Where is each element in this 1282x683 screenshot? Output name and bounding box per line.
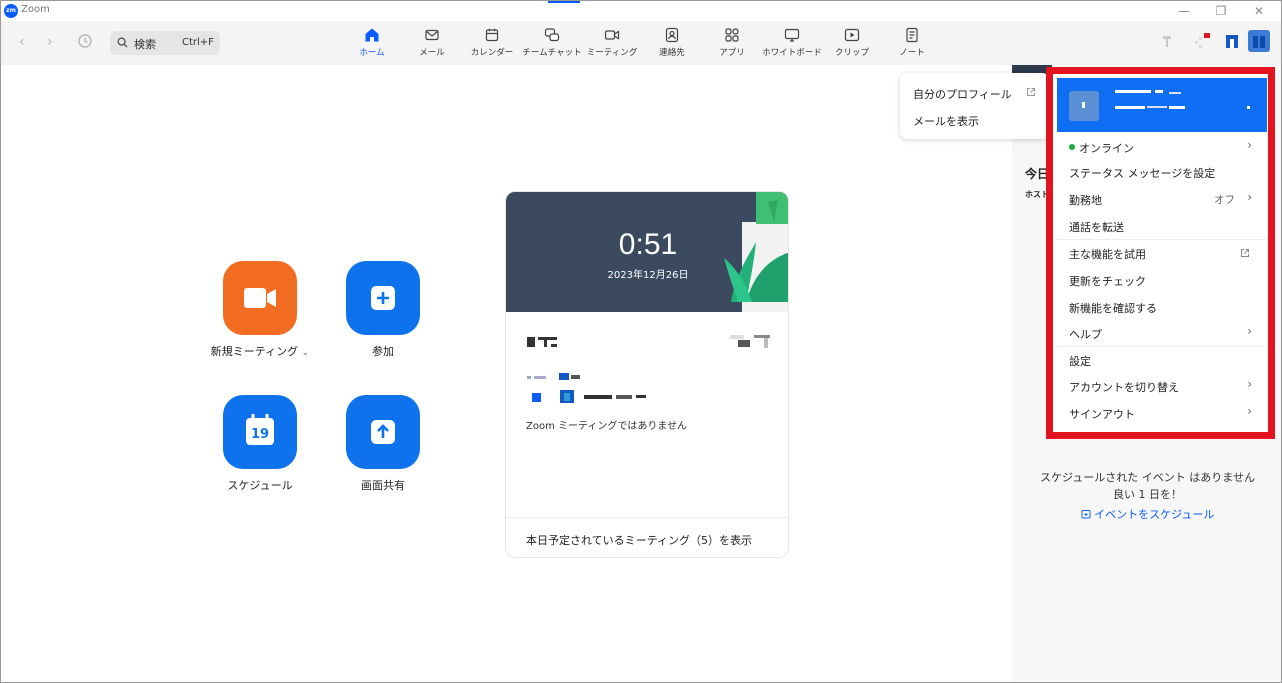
profile-menu-header[interactable] [1057, 78, 1267, 132]
my-profile-link[interactable]: 自分のプロフィール [913, 86, 1012, 102]
menu-try-features[interactable]: 主な機能を試用 [1069, 246, 1146, 262]
chevron-right-icon: › [1247, 404, 1252, 418]
plus-icon [371, 286, 395, 310]
chevron-right-icon: › [1247, 377, 1252, 391]
apps-icon [725, 28, 739, 42]
menu-sign-out[interactable]: サインアウト [1069, 406, 1135, 422]
view-todays-meetings-link[interactable]: 本日予定されているミーティング（5）を表示 [506, 517, 788, 557]
back-arrow-icon[interactable]: ‹ [19, 34, 25, 50]
share-screen-label: 画面共有 [361, 479, 405, 492]
no-events-line1: スケジュールされた イベント はありません [1040, 471, 1255, 484]
search-shortcut: Ctrl+F [182, 37, 214, 48]
clips-icon [844, 28, 860, 42]
new-meeting-button[interactable]: 新規ミーティング ⌄ [190, 261, 330, 359]
upcoming-meeting-card: 0:51 2023年12月26日 Zoom ミーティングではありません 本日予定… [505, 191, 789, 558]
zoom-window: zm Zoom — ❐ ✕ ‹ › 検索 Ctrl+F ホーム メール カレンダ… [0, 0, 1282, 683]
menu-whats-new[interactable]: 新機能を確認する [1069, 300, 1157, 316]
whiteboard-icon [784, 28, 800, 42]
avatar[interactable] [1247, 29, 1271, 57]
schedule-label: スケジュール [227, 479, 293, 492]
calendar-plus-icon [1081, 510, 1091, 519]
chevron-right-icon: › [1247, 324, 1252, 338]
window-title: Zoom [21, 4, 50, 15]
home-icon [365, 28, 379, 42]
schedule-event-label: イベントをスケジュール [1094, 508, 1215, 521]
mail-icon [425, 29, 439, 41]
tab-label: ノート [899, 48, 925, 58]
work-location-value: オフ [1214, 194, 1235, 206]
menu-settings[interactable]: 設定 [1069, 353, 1091, 369]
menu-switch-account[interactable]: アカウントを切り替え [1069, 379, 1179, 395]
close-button[interactable]: ✕ [1241, 2, 1277, 20]
menu-divider [1057, 346, 1267, 347]
join-button[interactable]: 参加 [313, 261, 453, 359]
no-events-line2: 良い 1 日を！ [1113, 488, 1182, 501]
title-bar: zm Zoom — ❐ ✕ [1, 1, 1281, 21]
not-zoom-meeting-text: Zoom ミーティングではありません [526, 421, 688, 432]
view-todays-meetings-label: 本日予定されているミーティング（5）を表示 [526, 534, 753, 547]
schedule-tile[interactable]: 19 [223, 395, 297, 469]
tab-notes[interactable]: ノート [877, 27, 947, 63]
no-events-message: スケジュールされた イベント はありません 良い 1 日を！ [1012, 469, 1281, 503]
chat-icon [544, 28, 560, 42]
search-icon [117, 37, 128, 48]
notes-icon [906, 27, 918, 43]
new-meeting-tile[interactable] [223, 261, 297, 335]
notification-icon[interactable] [1193, 33, 1211, 55]
new-meeting-label: 新規ミーティング [210, 345, 299, 358]
profile-badge-icon[interactable] [1225, 33, 1239, 53]
video-icon [604, 30, 620, 40]
join-tile[interactable] [346, 261, 420, 335]
schedule-event-link[interactable]: イベントをスケジュール [1012, 506, 1281, 522]
my-profile-label: 自分のプロフィール [913, 88, 1012, 101]
upload-arrow-icon [371, 420, 395, 444]
chevron-down-icon[interactable]: ⌄ [302, 348, 310, 358]
chevron-right-icon: › [1247, 190, 1252, 204]
calendar-icon [485, 28, 499, 42]
profile-popover: 自分のプロフィール メールを表示 [900, 73, 1050, 139]
contacts-icon [665, 27, 679, 43]
calendar-day-number: 19 [250, 427, 270, 442]
current-date: 2023年12月26日 [607, 270, 689, 281]
online-status-icon [1069, 144, 1075, 150]
show-mail-label: メールを表示 [913, 115, 979, 128]
menu-divider [1057, 239, 1267, 240]
join-label: 参加 [372, 345, 394, 358]
video-camera-icon [244, 288, 276, 308]
history-icon[interactable] [77, 33, 93, 53]
menu-help[interactable]: ヘルプ [1069, 326, 1102, 342]
menu-status-message[interactable]: ステータス メッセージを設定 [1069, 165, 1215, 181]
chevron-right-icon: › [1247, 138, 1252, 152]
show-mail-link[interactable]: メールを表示 [913, 113, 979, 129]
zoom-logo-icon: zm [4, 4, 18, 18]
menu-online[interactable]: オンライン [1079, 140, 1134, 156]
menu-forward-calls[interactable]: 通話を転送 [1069, 219, 1124, 235]
current-time: 0:51 [618, 228, 678, 261]
maximize-button[interactable]: ❐ [1203, 2, 1239, 20]
main-toolbar: ‹ › 検索 Ctrl+F ホーム メール カレンダー チームチャット ミーティ… [1, 21, 1281, 65]
profile-menu: オンライン › ステータス メッセージを設定 勤務地 オフ › 通話を転送 主な… [1046, 67, 1275, 439]
external-link-icon [1241, 249, 1249, 257]
title-accent-bar [548, 1, 580, 3]
search-input[interactable]: 検索 Ctrl+F [110, 31, 220, 55]
pin-icon[interactable] [1161, 33, 1173, 53]
forward-arrow-icon[interactable]: › [47, 34, 53, 50]
avatar [1069, 91, 1099, 121]
share-screen-tile[interactable] [346, 395, 420, 469]
search-placeholder: 検索 [134, 38, 156, 51]
menu-work-location[interactable]: 勤務地 [1069, 192, 1102, 208]
schedule-button[interactable]: 19 スケジュール [190, 395, 330, 493]
external-link-icon [1027, 88, 1035, 96]
share-screen-button[interactable]: 画面共有 [313, 395, 453, 493]
menu-check-updates[interactable]: 更新をチェック [1069, 273, 1146, 289]
minimize-button[interactable]: — [1166, 2, 1202, 20]
